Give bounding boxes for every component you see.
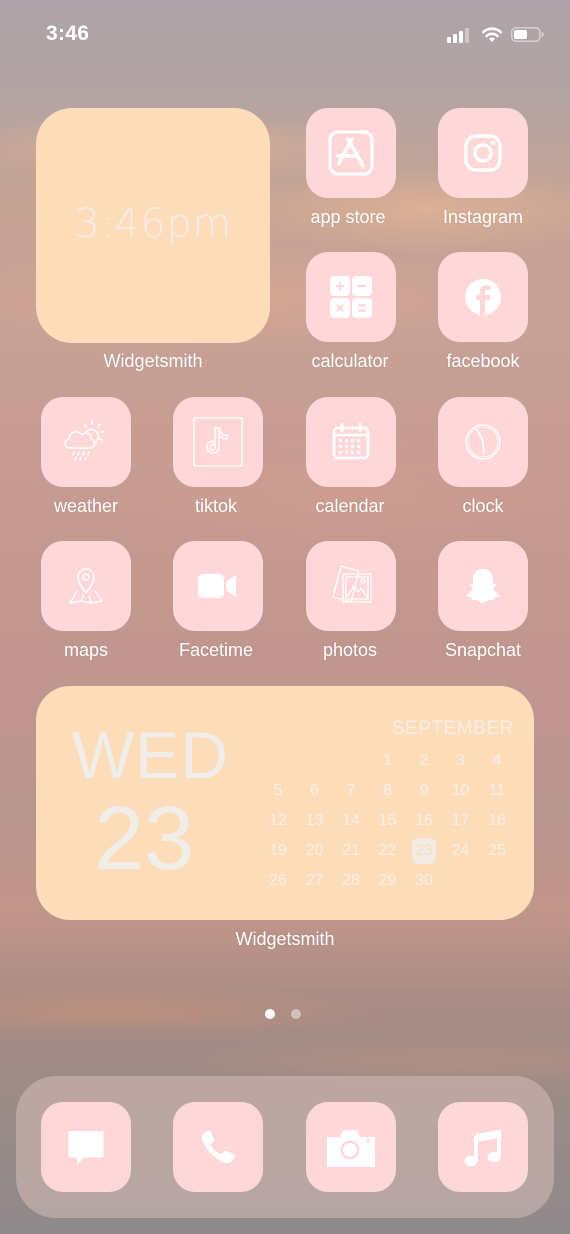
calendar-day: 13 — [305, 812, 324, 829]
photos-app[interactable] — [306, 541, 396, 631]
app-label: facebook — [446, 351, 520, 371]
cellular-signal-icon — [447, 28, 469, 43]
calendar-month: SEPTEMBER — [392, 718, 514, 739]
dock-messages-app[interactable] — [41, 1102, 131, 1192]
calculator-app[interactable] — [306, 252, 396, 342]
calendar-day-today: 23 — [412, 838, 436, 864]
calendar-day: 18 — [488, 812, 506, 829]
calendar-day: 5 — [273, 782, 283, 799]
app-label: tiktok — [194, 496, 238, 516]
calendar-icon — [332, 422, 370, 460]
calendar-day: 12 — [269, 812, 287, 829]
message-bubble-icon — [68, 1131, 104, 1165]
photos-icon — [332, 565, 372, 603]
instagram-app[interactable] — [438, 108, 528, 198]
calculator-icon — [330, 276, 372, 318]
video-camera-icon — [198, 574, 236, 598]
calendar-day: 28 — [342, 872, 360, 889]
calendar-day: 19 — [269, 842, 287, 859]
battery-icon — [511, 27, 544, 42]
calendar-day: 9 — [419, 782, 429, 799]
app-store-app[interactable] — [306, 108, 396, 198]
calendar-day: 15 — [378, 812, 397, 829]
calendar-day: 21 — [342, 842, 360, 859]
calendar-day: 10 — [451, 782, 470, 799]
wifi-icon — [481, 25, 503, 43]
app-label: weather — [53, 496, 119, 516]
calendar-widget-label: Widgetsmith — [235, 929, 335, 949]
calendar-day: 29 — [378, 872, 397, 889]
facebook-app[interactable] — [438, 252, 528, 342]
app-label: app store — [310, 207, 386, 227]
page-dot[interactable] — [291, 1009, 301, 1019]
calendar-day: 16 — [415, 812, 433, 829]
app-store-icon — [328, 130, 374, 176]
app-label: calendar — [315, 496, 385, 516]
calendar-day: 25 — [488, 842, 506, 859]
snapchat-ghost-icon — [466, 569, 500, 603]
app-label: Instagram — [442, 207, 524, 227]
calendar-day: 1 — [383, 752, 392, 769]
maps-app[interactable] — [41, 541, 131, 631]
app-label: Facetime — [178, 640, 254, 660]
app-label: Snapchat — [444, 640, 522, 660]
phone-icon — [201, 1130, 235, 1164]
calendar-day: 14 — [342, 812, 360, 829]
calendar-day: 11 — [488, 782, 506, 799]
tiktok-app[interactable] — [173, 397, 263, 487]
calendar-day: 22 — [378, 842, 397, 859]
calendar-day: 24 — [451, 842, 470, 859]
snapchat-app[interactable] — [438, 541, 528, 631]
clock-icon — [465, 424, 501, 460]
dock-phone-app[interactable] — [173, 1102, 263, 1192]
weather-app[interactable] — [41, 397, 131, 487]
app-label: maps — [63, 640, 109, 660]
clock-widget[interactable]: 3:46pm — [36, 108, 270, 343]
weather-icon — [64, 420, 105, 461]
calendar-day: 17 — [451, 812, 470, 829]
calendar-day: 30 — [415, 872, 433, 889]
app-label: photos — [322, 640, 378, 660]
app-label: clock — [462, 496, 504, 516]
instagram-icon — [464, 134, 502, 172]
page-dot-active[interactable] — [265, 1009, 275, 1019]
calendar-day: 3 — [456, 752, 465, 769]
calendar-day: 7 — [346, 782, 356, 799]
calendar-day: 20 — [305, 842, 324, 859]
camera-icon — [327, 1130, 375, 1167]
calendar-day: 6 — [310, 782, 319, 799]
app-label: calculator — [311, 351, 389, 371]
dock-music-app[interactable] — [438, 1102, 528, 1192]
dock-camera-app[interactable] — [306, 1102, 396, 1192]
clock-app[interactable] — [438, 397, 528, 487]
calendar-day: 27 — [305, 872, 324, 889]
calendar-day: 26 — [269, 872, 287, 889]
clock-widget-label: Widgetsmith — [103, 351, 203, 371]
map-pin-icon — [69, 568, 103, 604]
widget-time-text: 3:46pm — [74, 200, 232, 247]
calendar-app[interactable] — [306, 397, 396, 487]
calendar-weekday: WED — [72, 718, 229, 792]
calendar-day-number: 23 — [94, 789, 195, 889]
calendar-day: 4 — [492, 752, 502, 769]
facetime-app[interactable] — [173, 541, 263, 631]
music-note-icon — [464, 1129, 501, 1167]
calendar-day: 2 — [419, 752, 429, 769]
status-time: 3:46 — [46, 22, 90, 45]
facebook-icon — [465, 279, 501, 316]
tiktok-icon — [193, 417, 243, 467]
calendar-day: 8 — [383, 782, 392, 799]
